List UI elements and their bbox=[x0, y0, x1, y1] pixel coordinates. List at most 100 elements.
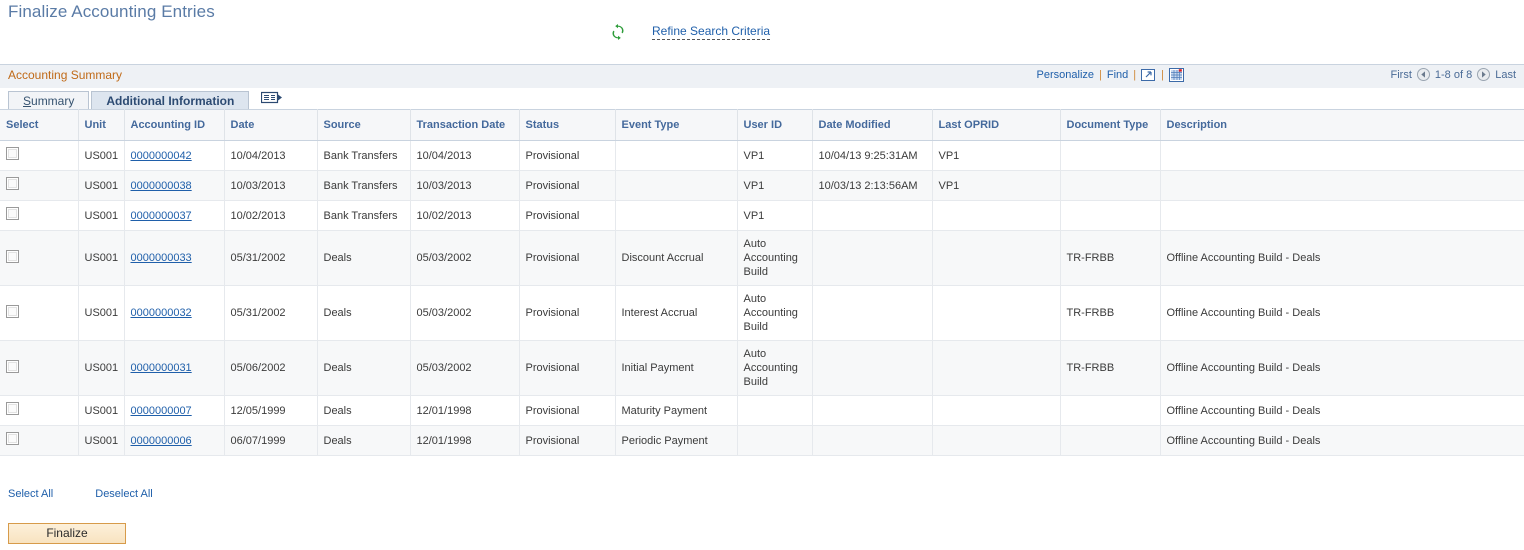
cell-text: Provisional bbox=[525, 149, 580, 162]
action-separator-3: | bbox=[1161, 69, 1164, 81]
accounting-id-link[interactable]: 0000000032 bbox=[131, 307, 192, 319]
expand-grid-icon[interactable] bbox=[1141, 68, 1156, 82]
cell-unit: US001 bbox=[78, 285, 125, 341]
cell-accounting-id: 0000000031 bbox=[124, 340, 225, 396]
cell-event-type: Initial Payment bbox=[615, 340, 738, 396]
cell-event-type bbox=[615, 200, 738, 231]
deselect-all-link[interactable]: Deselect All bbox=[95, 488, 152, 500]
cell-date: 05/06/2002 bbox=[224, 340, 318, 396]
row-select-checkbox[interactable] bbox=[6, 207, 19, 220]
row-select-checkbox[interactable] bbox=[6, 432, 19, 445]
cell-transaction-date: 12/01/1998 bbox=[410, 395, 520, 426]
column-header-accounting-id[interactable]: Accounting ID bbox=[124, 109, 225, 141]
cell-document-type bbox=[1060, 425, 1161, 456]
cell-document-type: TR-FRBB bbox=[1060, 230, 1161, 286]
column-header-description[interactable]: Description bbox=[1160, 109, 1524, 141]
cell-status: Provisional bbox=[519, 395, 616, 426]
column-header-status[interactable]: Status bbox=[519, 109, 616, 141]
grid-tab-bar: Summary Additional Information bbox=[0, 88, 1524, 109]
accounting-id-link[interactable]: 0000000006 bbox=[131, 435, 192, 447]
cell-source: Deals bbox=[317, 395, 411, 426]
cell-text: 10/02/2013 bbox=[230, 209, 286, 222]
cell-text: Offline Accounting Build - Deals bbox=[1166, 404, 1321, 417]
cell-text: Interest Accrual bbox=[621, 307, 698, 319]
tab-summary[interactable]: Summary bbox=[8, 91, 90, 109]
cell-text: Auto Accounting Build bbox=[743, 348, 798, 388]
cell-text: Offline Accounting Build - Deals bbox=[1166, 362, 1321, 374]
cell-text: VP1 bbox=[938, 149, 960, 162]
cell-text: Provisional bbox=[525, 404, 580, 417]
cell-text: Bank Transfers bbox=[323, 209, 398, 222]
cell-transaction-date: 12/01/1998 bbox=[410, 425, 520, 456]
previous-arrow-icon[interactable] bbox=[1416, 68, 1430, 81]
cell-date-modified bbox=[812, 200, 933, 231]
tab-additional-information[interactable]: Additional Information bbox=[91, 91, 250, 109]
select-all-link[interactable]: Select All bbox=[8, 488, 53, 500]
accounting-id-link[interactable]: 0000000033 bbox=[131, 252, 192, 264]
cell-date: 05/31/2002 bbox=[224, 230, 318, 286]
grid-title: Accounting Summary bbox=[8, 68, 123, 82]
cell-date: 10/03/2013 bbox=[224, 170, 318, 201]
cell-description: Offline Accounting Build - Deals bbox=[1160, 425, 1524, 456]
grid-actions: Personalize | Find | | bbox=[1037, 68, 1184, 82]
cell-source: Deals bbox=[317, 285, 411, 341]
cell-date: 12/05/1999 bbox=[224, 395, 318, 426]
last-page-link[interactable]: Last bbox=[1495, 69, 1516, 81]
cell-description: Offline Accounting Build - Deals bbox=[1160, 285, 1524, 341]
column-header-last-oprid[interactable]: Last OPRID bbox=[932, 109, 1061, 141]
cell-select bbox=[0, 230, 79, 286]
next-arrow-icon[interactable] bbox=[1477, 68, 1491, 81]
column-header-date-modified[interactable]: Date Modified bbox=[812, 109, 933, 141]
refine-search-criteria-link[interactable]: Refine Search Criteria bbox=[652, 24, 771, 40]
find-link[interactable]: Find bbox=[1107, 69, 1128, 81]
column-header-select[interactable]: Select bbox=[0, 109, 79, 141]
cell-last-oprid bbox=[932, 425, 1061, 456]
row-select-checkbox[interactable] bbox=[6, 402, 19, 415]
cell-date-modified bbox=[812, 340, 933, 396]
finalize-button[interactable]: Finalize bbox=[8, 523, 126, 544]
cell-date: 05/31/2002 bbox=[224, 285, 318, 341]
row-select-checkbox[interactable] bbox=[6, 147, 19, 160]
cell-text: Offline Accounting Build - Deals bbox=[1166, 252, 1321, 264]
cell-status: Provisional bbox=[519, 425, 616, 456]
cell-last-oprid bbox=[932, 340, 1061, 396]
row-select-checkbox[interactable] bbox=[6, 304, 19, 318]
table-row: US001 0000000042 10/04/2013 Bank Transfers 1… bbox=[0, 140, 1524, 171]
cell-text: VP1 bbox=[743, 179, 765, 192]
column-header-date[interactable]: Date bbox=[224, 109, 318, 141]
personalize-link[interactable]: Personalize bbox=[1037, 69, 1094, 81]
cell-text: Provisional bbox=[525, 307, 580, 319]
refresh-icon[interactable] bbox=[610, 24, 626, 40]
accounting-id-link[interactable]: 0000000031 bbox=[131, 362, 192, 374]
row-select-checkbox[interactable] bbox=[6, 359, 19, 373]
column-header-user-id[interactable]: User ID bbox=[737, 109, 813, 141]
cell-text: Periodic Payment bbox=[621, 434, 708, 447]
cell-source: Bank Transfers bbox=[317, 200, 411, 231]
accounting-id-link[interactable]: 0000000037 bbox=[131, 210, 192, 222]
column-header-unit[interactable]: Unit bbox=[78, 109, 125, 141]
cell-document-type bbox=[1060, 170, 1161, 201]
row-select-checkbox[interactable] bbox=[6, 177, 19, 190]
first-page-link[interactable]: First bbox=[1391, 69, 1412, 81]
select-links-row: Select All Deselect All bbox=[8, 488, 153, 500]
column-header-event-type[interactable]: Event Type bbox=[615, 109, 738, 141]
cell-last-oprid bbox=[932, 200, 1061, 231]
column-header-document-type[interactable]: Document Type bbox=[1060, 109, 1161, 141]
cell-text: Auto Accounting Build bbox=[743, 238, 798, 278]
download-spreadsheet-icon[interactable] bbox=[1169, 68, 1184, 82]
show-all-columns-icon[interactable] bbox=[261, 91, 283, 108]
row-select-checkbox[interactable] bbox=[6, 249, 19, 263]
accounting-id-link[interactable]: 0000000038 bbox=[131, 180, 192, 192]
column-header-transaction-date[interactable]: Transaction Date bbox=[410, 109, 520, 141]
cell-source: Deals bbox=[317, 340, 411, 396]
accounting-id-link[interactable]: 0000000042 bbox=[131, 150, 192, 162]
cell-event-type bbox=[615, 140, 738, 171]
cell-text: US001 bbox=[84, 434, 119, 447]
tab-summary-label: ummary bbox=[31, 94, 75, 108]
accounting-id-link[interactable]: 0000000007 bbox=[131, 405, 192, 417]
cell-text: TR-FRBB bbox=[1066, 362, 1115, 374]
cell-accounting-id: 0000000037 bbox=[124, 200, 225, 231]
column-header-source[interactable]: Source bbox=[317, 109, 411, 141]
cell-date-modified: 10/04/13 9:25:31AM bbox=[812, 140, 933, 171]
cell-text: Provisional bbox=[525, 252, 580, 264]
